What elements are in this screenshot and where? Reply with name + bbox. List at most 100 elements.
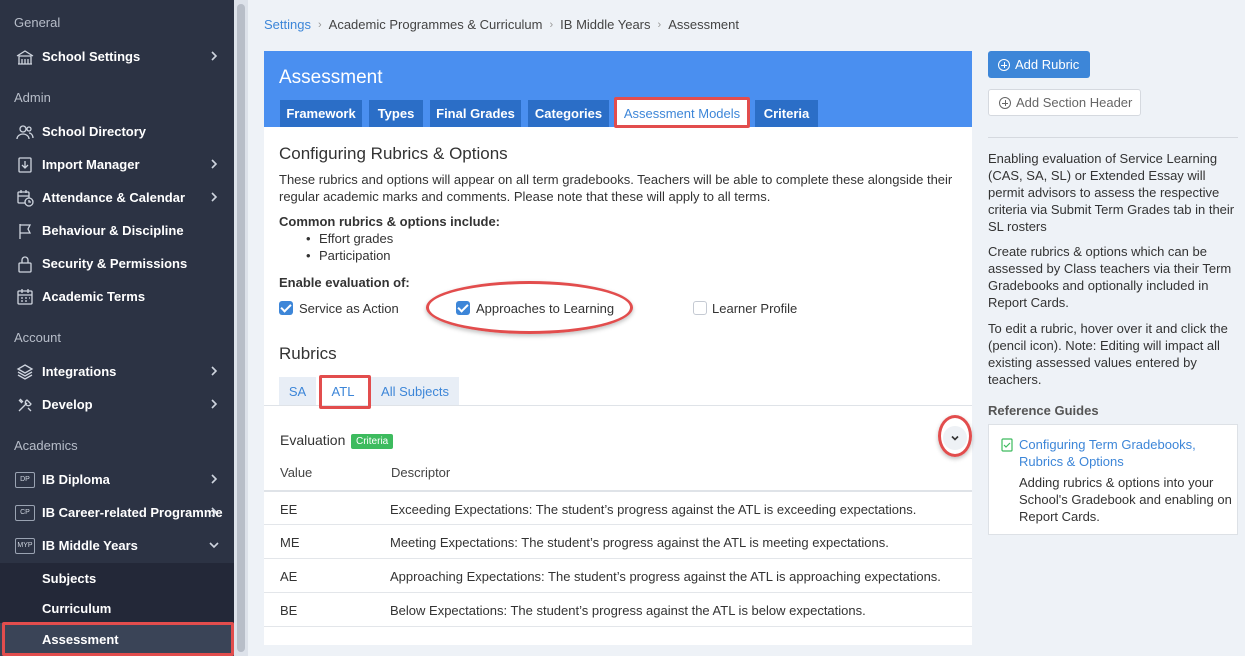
config-description-line-2: regular academic marks and comments. Ple… <box>279 189 771 204</box>
highlight-assessment-models-tab <box>614 97 750 128</box>
sidebar-item-ib-myp[interactable]: MYP IB Middle Years <box>0 529 234 562</box>
row-descriptor: Meeting Expectations: The student’s prog… <box>390 535 889 550</box>
sidebar-item-label: Security & Permissions <box>42 256 188 271</box>
tools-icon <box>14 396 36 414</box>
plus-circle-icon <box>999 96 1011 109</box>
config-heading: Configuring Rubrics & Options <box>279 144 508 163</box>
column-header-descriptor: Descriptor <box>391 465 451 480</box>
add-rubric-button[interactable]: Add Rubric <box>988 51 1090 78</box>
tab-framework[interactable]: Framework <box>280 100 362 127</box>
list-item: Participation <box>306 248 390 263</box>
rubric-tab-all-subjects[interactable]: All Subjects <box>371 377 459 405</box>
sidebar-item-label: IB Middle Years <box>42 538 138 553</box>
lock-icon <box>14 255 36 273</box>
table-row[interactable]: EE Exceeding Expectations: The student’s… <box>264 490 972 524</box>
breadcrumb-myp[interactable]: IB Middle Years <box>560 17 650 32</box>
highlight-assessment-nav <box>2 622 234 656</box>
cp-badge: CP <box>15 504 35 521</box>
breadcrumb-programmes[interactable]: Academic Programmes & Curriculum <box>329 17 543 32</box>
breadcrumb-assessment: Assessment <box>668 17 739 32</box>
add-section-header-button[interactable]: Add Section Header <box>988 89 1141 116</box>
sidebar-item-ib-career[interactable]: CP IB Career-related Programme <box>0 496 234 529</box>
sidebar-item-label: School Settings <box>42 49 141 64</box>
document-icon <box>1001 438 1013 452</box>
sidebar-item-label: Attendance & Calendar <box>42 190 186 205</box>
help-text-edit-rubric: To edit a rubric, hover over it and clic… <box>988 321 1228 387</box>
highlight-atl-tab <box>319 375 371 409</box>
guide-link[interactable]: Configuring Term Gradebooks, Rubrics & O… <box>1019 436 1229 470</box>
chevron-right-icon <box>211 192 218 202</box>
sidebar-subitem-subjects[interactable]: Subjects <box>0 563 234 593</box>
highlight-atl-checkbox <box>426 281 633 334</box>
sidebar-item-import-manager[interactable]: Import Manager <box>0 148 234 181</box>
dp-badge-icon: DP <box>14 471 36 489</box>
sidebar-item-school-settings[interactable]: School Settings <box>0 40 234 73</box>
sidebar-item-label: IB Career-related Programme <box>42 505 223 520</box>
row-value: AE <box>280 569 298 584</box>
row-descriptor: Exceeding Expectations: The student’s pr… <box>390 502 917 517</box>
cp-badge-icon: CP <box>14 504 36 522</box>
add-rubric-label: Add Rubric <box>1015 57 1080 72</box>
sidebar-scrollbar-thumb[interactable] <box>237 4 245 652</box>
reference-guide-card: Configuring Term Gradebooks, Rubrics & O… <box>988 424 1238 535</box>
table-row[interactable]: ME Meeting Expectations: The student’s p… <box>264 524 972 558</box>
row-value: BE <box>280 603 298 618</box>
sidebar-item-ib-diploma[interactable]: DP IB Diploma <box>0 463 234 496</box>
guide-description: Adding rubrics & options into your Schoo… <box>1019 475 1232 524</box>
sidebar-item-behaviour[interactable]: Behaviour & Discipline <box>0 214 234 247</box>
learner-profile-checkbox[interactable] <box>693 301 707 315</box>
learner-profile-label: Learner Profile <box>712 301 798 316</box>
help-text-create-rubrics: Create rubrics & options which can be as… <box>988 244 1232 310</box>
calendar-clock-icon <box>14 189 36 207</box>
row-descriptor: Below Expectations: The student’s progre… <box>390 603 866 618</box>
section-academics: Academics <box>14 438 78 453</box>
tab-criteria[interactable]: Criteria <box>755 100 818 127</box>
rubric-tab-sa[interactable]: SA <box>279 377 316 405</box>
sidebar-item-academic-terms[interactable]: Academic Terms <box>0 280 234 313</box>
breadcrumb-separator-icon: › <box>549 18 554 31</box>
section-admin: Admin <box>14 90 51 105</box>
tab-categories[interactable]: Categories <box>528 100 609 127</box>
reference-guides-title: Reference Guides <box>988 403 1099 418</box>
table-row[interactable]: BE Below Expectations: The student’s pro… <box>264 592 972 626</box>
breadcrumb-separator-icon: › <box>317 18 322 31</box>
sidebar-item-label: Behaviour & Discipline <box>42 223 184 238</box>
row-value: ME <box>280 535 300 550</box>
sidebar-item-label: Develop <box>42 397 93 412</box>
column-header-value: Value <box>280 465 313 480</box>
help-text-service-learning: Enabling evaluation of Service Learning … <box>988 151 1235 234</box>
chevron-right-icon <box>211 474 218 484</box>
chevron-down-icon <box>209 542 219 549</box>
criteria-badge: Criteria <box>351 434 394 449</box>
row-value: EE <box>280 502 298 517</box>
right-panel-divider <box>988 137 1238 138</box>
breadcrumb-settings[interactable]: Settings <box>264 17 311 32</box>
sidebar-item-school-directory[interactable]: School Directory <box>0 115 234 148</box>
sidebar-item-label: IB Diploma <box>42 472 110 487</box>
sidebar-item-label: Integrations <box>42 364 117 379</box>
breadcrumb: Settings › Academic Programmes & Curricu… <box>264 17 739 32</box>
calendar-icon <box>14 288 36 306</box>
chevron-right-icon <box>211 51 218 61</box>
dp-badge: DP <box>15 471 35 488</box>
common-rubrics-label: Common rubrics & options include: <box>279 214 501 229</box>
tab-final-grades[interactable]: Final Grades <box>430 100 521 127</box>
plus-circle-icon <box>998 58 1010 71</box>
flag-icon <box>14 222 36 240</box>
sidebar-item-label: Academic Terms <box>42 289 146 304</box>
sidebar-item-attendance[interactable]: Attendance & Calendar <box>0 181 234 214</box>
service-as-action-label: Service as Action <box>299 301 399 316</box>
sidebar-item-develop[interactable]: Develop <box>0 388 234 421</box>
config-description-line-1: These rubrics and options will appear on… <box>279 172 953 187</box>
service-as-action-checkbox[interactable] <box>279 301 293 315</box>
highlight-collapse-button <box>938 415 972 457</box>
rubrics-heading: Rubrics <box>279 344 337 363</box>
sidebar-item-security[interactable]: Security & Permissions <box>0 247 234 280</box>
row-descriptor: Approaching Expectations: The student’s … <box>390 569 941 584</box>
sidebar-item-integrations[interactable]: Integrations <box>0 355 234 388</box>
chevron-right-icon <box>211 399 218 409</box>
sidebar-subitem-curriculum[interactable]: Curriculum <box>0 593 234 623</box>
evaluation-title: Evaluation <box>280 432 346 448</box>
tab-types[interactable]: Types <box>369 100 423 127</box>
table-row[interactable]: AE Approaching Expectations: The student… <box>264 558 972 592</box>
